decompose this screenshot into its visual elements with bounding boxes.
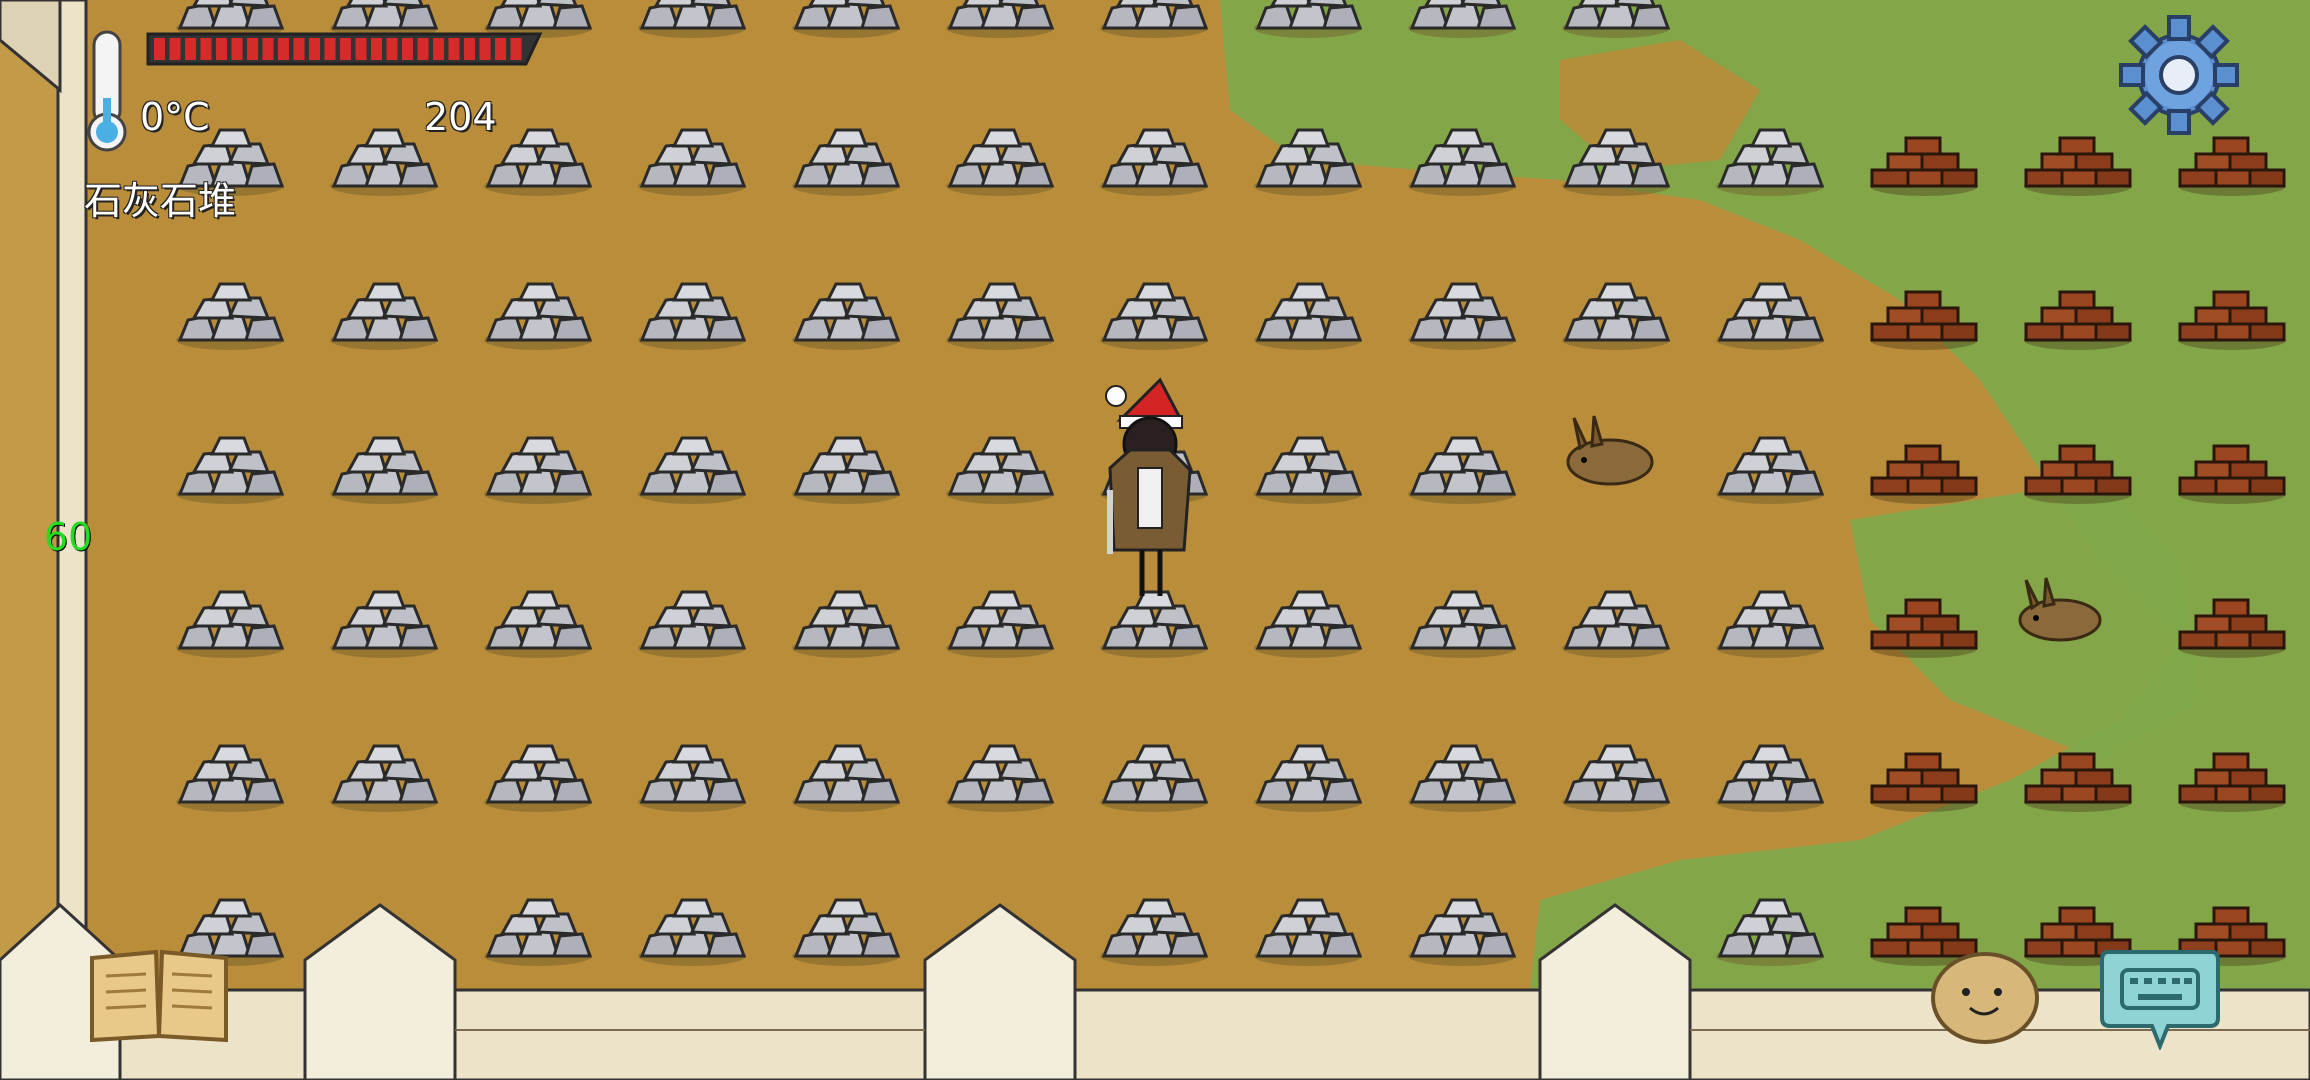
health-segment bbox=[355, 38, 367, 60]
health-segment bbox=[479, 38, 491, 60]
health-segment bbox=[231, 38, 243, 60]
health-segment bbox=[417, 38, 429, 60]
health-segment bbox=[216, 38, 227, 60]
health-segment bbox=[402, 38, 413, 60]
health-segment bbox=[340, 38, 351, 60]
item-count: 204 bbox=[424, 95, 497, 139]
settings-gear-icon[interactable] bbox=[2118, 14, 2240, 136]
health-segment bbox=[324, 38, 336, 60]
health-segment bbox=[371, 38, 382, 60]
keyboard-icon[interactable] bbox=[2098, 942, 2222, 1050]
selected-object-label: 石灰石堆 bbox=[84, 179, 237, 223]
thermometer-icon bbox=[87, 30, 127, 152]
health-segment bbox=[495, 38, 506, 60]
health-segment bbox=[293, 38, 305, 60]
emote-face-icon[interactable] bbox=[1928, 946, 2042, 1046]
recipe-book-icon[interactable] bbox=[86, 944, 232, 1044]
health-segment bbox=[169, 38, 181, 60]
health-segment bbox=[185, 38, 196, 60]
game-world[interactable] bbox=[0, 0, 2310, 1080]
health-segment bbox=[448, 38, 460, 60]
health-segment bbox=[386, 38, 398, 60]
health-segment bbox=[247, 38, 258, 60]
fps-counter: 60 bbox=[44, 515, 93, 559]
health-segment bbox=[278, 38, 289, 60]
health-segment bbox=[262, 38, 274, 60]
health-segment bbox=[510, 38, 522, 60]
temperature-readout: 0°C bbox=[140, 95, 210, 139]
health-segment bbox=[309, 38, 320, 60]
health-segment bbox=[464, 38, 475, 60]
health-segment bbox=[154, 38, 165, 60]
health-bar bbox=[146, 32, 543, 66]
health-segment bbox=[200, 38, 212, 60]
health-segment bbox=[433, 38, 444, 60]
